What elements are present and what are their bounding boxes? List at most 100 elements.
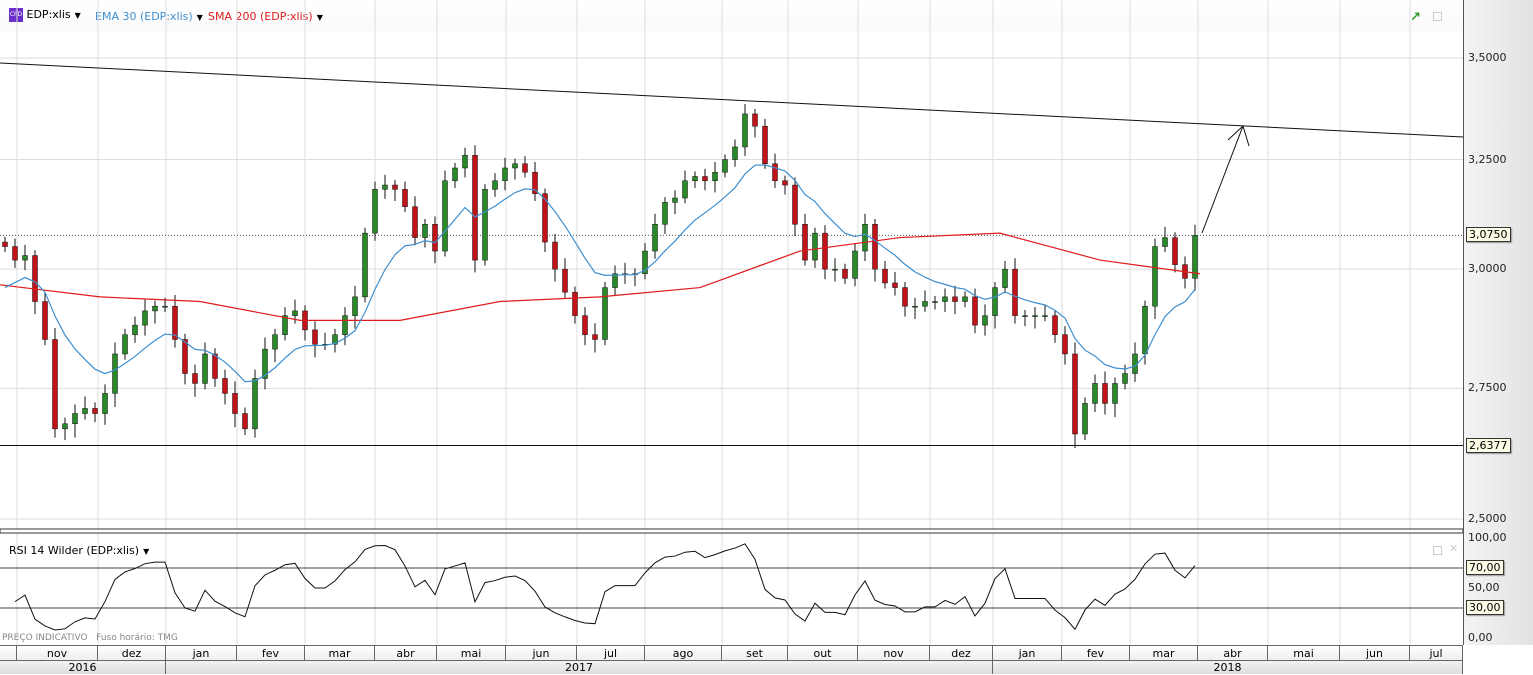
- candle: [142, 310, 148, 326]
- footer-note: PREÇO INDICATIVO Fuso horário: TMG: [2, 633, 178, 643]
- price-chart[interactable]: [0, 0, 1463, 645]
- candle: [112, 353, 118, 394]
- rsi-legend[interactable]: RSI 14 Wilder (EDP:xlis) ▼: [9, 544, 149, 557]
- candle: [72, 413, 78, 424]
- candle: [792, 184, 798, 225]
- candle: [612, 273, 618, 288]
- candle: [162, 305, 168, 308]
- price-tick-label: 2,5000: [1468, 511, 1507, 525]
- candle: [442, 180, 448, 252]
- candle: [342, 315, 348, 335]
- candle: [1152, 246, 1158, 307]
- candle: [912, 305, 918, 308]
- candle: [492, 180, 498, 190]
- month-label: jun: [1340, 645, 1410, 660]
- price-axis: [1463, 0, 1533, 645]
- maximize-icon[interactable]: [1433, 546, 1442, 555]
- candle: [182, 339, 188, 374]
- rsi-level-tag: 30,00: [1466, 600, 1504, 615]
- trendline: [0, 62, 1463, 138]
- month-label: mar: [1130, 645, 1198, 660]
- month-label: nov: [858, 645, 930, 660]
- candle: [1052, 315, 1058, 335]
- month-label: ago: [645, 645, 722, 660]
- price-tick-label: 3,2500: [1468, 152, 1507, 166]
- month-label: fev: [1062, 645, 1130, 660]
- month-label: mar: [305, 645, 375, 660]
- candle: [702, 176, 708, 182]
- price-note: PREÇO INDICATIVO: [2, 633, 88, 643]
- candle: [552, 241, 558, 270]
- chevron-down-icon[interactable]: ▼: [143, 547, 149, 556]
- candle: [1082, 403, 1088, 435]
- candle: [512, 163, 518, 169]
- year-label: 2017: [166, 660, 993, 674]
- candle: [222, 378, 228, 394]
- candle: [52, 339, 58, 430]
- price-tick-label: 3,0000: [1468, 262, 1507, 276]
- support-price-tag: 2,6377: [1466, 437, 1511, 453]
- candle: [312, 329, 318, 345]
- close-icon[interactable]: ✕: [1449, 542, 1458, 555]
- candle: [872, 224, 878, 270]
- candle: [1172, 237, 1178, 265]
- candle: [802, 224, 808, 261]
- candle: [932, 301, 938, 303]
- candle: [1122, 373, 1128, 384]
- candle: [462, 155, 468, 169]
- candle: [1032, 315, 1038, 317]
- month-label: fev: [237, 645, 305, 660]
- candle: [592, 334, 598, 340]
- year-label: 2018: [993, 660, 1463, 674]
- candle: [362, 232, 368, 298]
- candle: [902, 287, 908, 307]
- month-label: jan: [993, 645, 1062, 660]
- candle: [232, 393, 238, 414]
- candle: [742, 113, 748, 148]
- candle: [772, 163, 778, 182]
- candle: [732, 146, 738, 160]
- panel-separator: [0, 528, 1463, 534]
- candle: [1022, 315, 1028, 317]
- candle: [882, 268, 888, 284]
- candle: [682, 180, 688, 199]
- candle: [412, 206, 418, 238]
- candle: [12, 246, 18, 261]
- candle: [822, 232, 828, 270]
- candle: [852, 250, 858, 279]
- rsi-line: [14, 543, 1196, 631]
- candle: [952, 296, 958, 302]
- month-label: jul: [1410, 645, 1463, 660]
- candle: [452, 167, 458, 182]
- candle: [242, 413, 248, 430]
- candle: [752, 113, 758, 127]
- month-label: jul: [577, 645, 645, 660]
- candle: [1162, 237, 1168, 247]
- candle: [582, 315, 588, 335]
- arrow-head: [1227, 125, 1250, 147]
- month-label: abr: [1198, 645, 1268, 660]
- candle: [422, 224, 428, 238]
- month-label: dez: [930, 645, 993, 660]
- candle: [982, 315, 988, 326]
- candle: [192, 373, 198, 384]
- candle: [272, 334, 278, 350]
- candle: [372, 189, 378, 234]
- candle: [432, 224, 438, 252]
- candle: [22, 255, 28, 261]
- year-label: 2016: [0, 660, 166, 674]
- candle: [1062, 334, 1068, 355]
- rsi-tick-label: 50,00: [1468, 581, 1500, 594]
- candle: [282, 315, 288, 335]
- candle: [572, 291, 578, 316]
- candle: [382, 184, 388, 190]
- candle: [392, 184, 398, 190]
- candle: [92, 408, 98, 414]
- candle: [1012, 268, 1018, 316]
- candle: [1072, 353, 1078, 435]
- candle: [832, 268, 838, 271]
- month-label: nov: [17, 645, 98, 660]
- candle: [1112, 383, 1118, 404]
- candle: [942, 296, 948, 302]
- candle: [252, 378, 258, 430]
